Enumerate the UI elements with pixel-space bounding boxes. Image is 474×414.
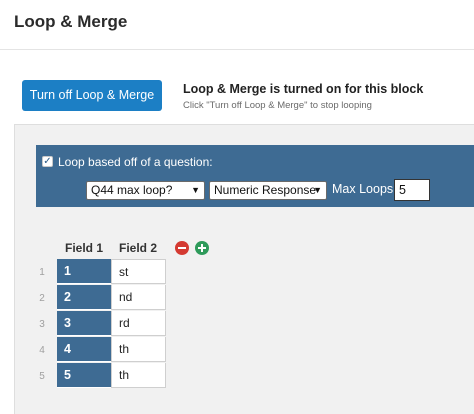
minus-circle-icon[interactable] [175, 241, 189, 255]
row-number: 2 [39, 293, 45, 304]
field-1-cell[interactable]: 2 [57, 285, 111, 310]
row-number: 1 [39, 267, 45, 278]
row-number: 5 [39, 371, 45, 382]
max-loops-input[interactable]: 5 [394, 179, 430, 201]
field-1-cell[interactable]: 4 [57, 337, 111, 362]
response-type-select[interactable]: Numeric Response ▼ [209, 181, 327, 200]
question-select-value: Q44 max loop? [91, 183, 173, 197]
page-header: Loop & Merge [0, 0, 474, 50]
loop-merge-page: Loop & Merge Turn off Loop & Merge Loop … [0, 0, 474, 414]
turn-off-loop-merge-button[interactable]: Turn off Loop & Merge [22, 80, 162, 111]
field-2-cell[interactable]: st [111, 259, 166, 284]
row-number: 3 [39, 319, 45, 330]
field-2-cell[interactable]: th [111, 337, 166, 362]
chevron-down-icon: ▼ [191, 185, 200, 195]
row-number: 4 [39, 345, 45, 356]
loop-status-hint: Click "Turn off Loop & Merge" to stop lo… [183, 100, 372, 111]
checkmark-icon: ✓ [43, 156, 52, 167]
field-2-cell[interactable]: th [111, 363, 166, 388]
column-header-field-2[interactable]: Field 2 [119, 241, 157, 255]
response-type-select-value: Numeric Response [214, 183, 317, 197]
field-2-cell[interactable]: nd [111, 285, 166, 310]
question-select[interactable]: Q44 max loop? ▼ [86, 181, 205, 200]
field-1-cell[interactable]: 5 [57, 363, 111, 388]
max-loops-label: Max Loops: [332, 182, 397, 196]
loop-based-checkbox[interactable]: ✓ [42, 156, 53, 167]
plus-circle-icon[interactable] [195, 241, 209, 255]
page-title: Loop & Merge [14, 12, 128, 31]
chevron-down-icon: ▼ [313, 185, 322, 195]
loop-status-title: Loop & Merge is turned on for this block [183, 82, 424, 96]
field-1-cell[interactable]: 1 [57, 259, 111, 284]
field-1-cell[interactable]: 3 [57, 311, 111, 336]
field-2-cell[interactable]: rd [111, 311, 166, 336]
loop-based-label: Loop based off of a question: [58, 155, 213, 169]
column-header-field-1[interactable]: Field 1 [65, 241, 103, 255]
